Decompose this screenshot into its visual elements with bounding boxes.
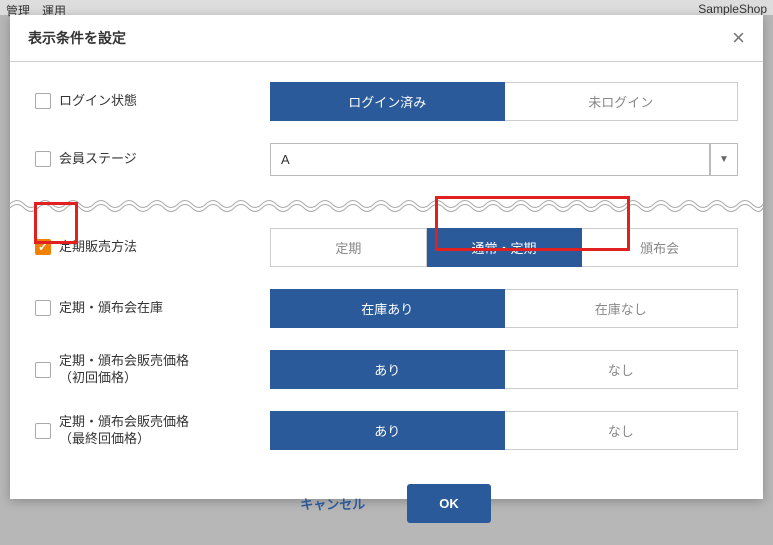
close-icon[interactable]: × <box>732 27 745 49</box>
seg-tsuujo-teiki[interactable]: 通常・定期 <box>427 228 583 267</box>
bg-left: 管理 運用 <box>6 2 66 13</box>
label-last-price: 定期・頒布会販売価格 （最終回価格） <box>59 414 189 448</box>
row-login-state: ログイン状態 ログイン済み 未ログイン <box>35 82 738 121</box>
cancel-button[interactable]: キャンセル <box>282 484 383 523</box>
seg-teiki[interactable]: 定期 <box>270 228 427 267</box>
label-first-price: 定期・頒布会販売価格 （初回価格） <box>59 353 189 387</box>
checkbox-sales-method[interactable] <box>35 239 51 255</box>
seg-stock-no[interactable]: 在庫なし <box>505 289 739 328</box>
checkbox-member-stage[interactable] <box>35 151 51 167</box>
checkbox-last-price[interactable] <box>35 423 51 439</box>
seg-logged-in[interactable]: ログイン済み <box>270 82 505 121</box>
seg-last-price-yes[interactable]: あり <box>270 411 505 450</box>
label-stock: 定期・頒布会在庫 <box>59 300 163 317</box>
segment-last-price: あり なし <box>270 411 738 450</box>
chevron-down-icon: ▼ <box>710 143 738 176</box>
row-stock: 定期・頒布会在庫 在庫あり 在庫なし <box>35 289 738 328</box>
seg-first-price-no[interactable]: なし <box>505 350 739 389</box>
settings-modal: 表示条件を設定 × ログイン状態 ログイン済み 未ログイン 会員ステージ <box>10 15 763 499</box>
segment-sales-method: 定期 通常・定期 頒布会 <box>270 228 738 267</box>
seg-stock-yes[interactable]: 在庫あり <box>270 289 505 328</box>
seg-last-price-no[interactable]: なし <box>505 411 739 450</box>
row-last-price: 定期・頒布会販売価格 （最終回価格） あり なし <box>35 411 738 450</box>
seg-hanpukai[interactable]: 頒布会 <box>582 228 738 267</box>
checkbox-first-price[interactable] <box>35 362 51 378</box>
row-sales-method: 定期販売方法 定期 通常・定期 頒布会 <box>35 228 738 267</box>
select-member-stage[interactable]: A ▼ <box>270 143 738 176</box>
segment-first-price: あり なし <box>270 350 738 389</box>
row-first-price: 定期・頒布会販売価格 （初回価格） あり なし <box>35 350 738 389</box>
bg-right: SampleShop <box>698 2 767 13</box>
torn-separator <box>10 198 763 216</box>
checkbox-stock[interactable] <box>35 300 51 316</box>
segment-login-state: ログイン済み 未ログイン <box>270 82 738 121</box>
checkbox-login-state[interactable] <box>35 93 51 109</box>
select-member-stage-value: A <box>270 143 710 176</box>
background-bar: 管理 運用 SampleShop <box>0 0 773 15</box>
ok-button[interactable]: OK <box>407 484 491 523</box>
seg-first-price-yes[interactable]: あり <box>270 350 505 389</box>
modal-footer: キャンセル OK <box>10 470 763 545</box>
label-member-stage: 会員ステージ <box>59 151 137 168</box>
seg-not-logged-in[interactable]: 未ログイン <box>505 82 739 121</box>
segment-stock: 在庫あり 在庫なし <box>270 289 738 328</box>
label-sales-method: 定期販売方法 <box>59 239 137 256</box>
modal-title: 表示条件を設定 <box>28 28 126 48</box>
modal-body: ログイン状態 ログイン済み 未ログイン 会員ステージ A ▼ <box>10 62 763 450</box>
label-login-state: ログイン状態 <box>59 93 137 110</box>
modal-header: 表示条件を設定 × <box>10 15 763 62</box>
row-member-stage: 会員ステージ A ▼ <box>35 143 738 176</box>
